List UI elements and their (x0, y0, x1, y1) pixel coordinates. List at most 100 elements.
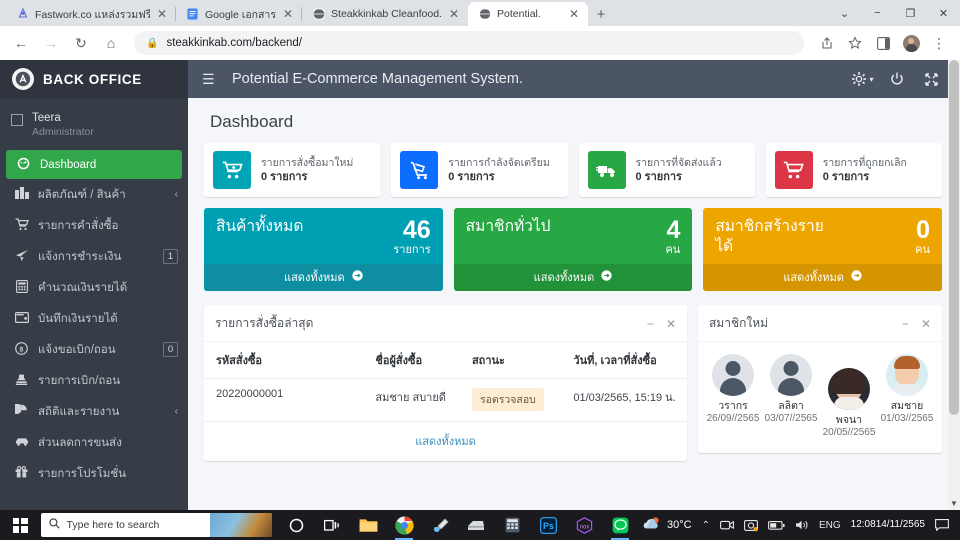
scroll-down-arrow-icon[interactable]: ▼ (948, 499, 960, 508)
card-label: รายการสั่งซื้อมาใหม่ (261, 156, 354, 169)
panel-minimize-icon[interactable]: − (647, 317, 654, 331)
sidebar-item-shipping-discount[interactable]: ส่วนลดการขนส่ง (0, 427, 188, 458)
stat-box-members[interactable]: สมาชิกทั่วไป 4 คน แสดงทั้งหมด (453, 208, 693, 291)
sidebar-item-withdraw-request[interactable]: ฿ แจ้งขอเบิก/ถอน 0 (0, 334, 188, 365)
shipping-truck-icon (587, 151, 626, 189)
cell-datetime: 01/03/2565, 15:19 น. (561, 378, 687, 422)
sidebar-item-label: Dashboard (40, 158, 97, 171)
sidebar-item-payment-notify[interactable]: แจ้งการชำระเงิน 1 (0, 241, 188, 272)
clock-time: 12:08 (850, 519, 876, 530)
stat-footer-link[interactable]: แสดงทั้งหมด (703, 264, 943, 291)
member-name: พจนา (835, 414, 863, 426)
address-bar[interactable]: 🔒 steakkinkab.com/backend/ (134, 31, 804, 55)
sidebar-item-withdraw-list[interactable]: รายการเบิก/ถอน (0, 365, 188, 396)
screenshot-icon[interactable] (739, 519, 763, 532)
search-placeholder: Type here to search (66, 519, 160, 531)
column-status: สถานะ (459, 342, 562, 379)
window-minimize-button[interactable]: − (861, 0, 894, 26)
home-button[interactable]: ⌂ (98, 30, 124, 56)
stamp-icon (14, 373, 29, 389)
panel-close-icon[interactable]: ✕ (921, 317, 931, 331)
task-view-icon[interactable] (314, 510, 350, 540)
taskbar-clock[interactable]: 12:08 14/11/2565 (846, 519, 930, 531)
summary-card-preparing[interactable]: รายการกำลังจัดเตรียม 0 รายการ (391, 143, 568, 197)
back-button[interactable]: ← (8, 30, 34, 56)
avatar (11, 114, 23, 126)
scanner-icon[interactable] (458, 510, 494, 540)
weather-widget[interactable]: 30°C (638, 516, 697, 534)
summary-card-cancelled[interactable]: รายการที่ถูกยกเลิก 0 รายการ (765, 143, 942, 197)
tab-search-icon[interactable]: ⌄ (828, 0, 861, 26)
photoshop-icon[interactable]: Ps (530, 510, 566, 540)
tab-close-icon[interactable]: ✕ (156, 8, 168, 20)
cart-cancel-icon (774, 151, 813, 189)
list-item[interactable]: พจนา 20/05//2565 (820, 354, 878, 439)
forward-button[interactable]: → (38, 30, 64, 56)
hamburger-icon[interactable]: ☰ (202, 71, 224, 88)
cortana-icon[interactable] (278, 510, 314, 540)
line-icon[interactable] (602, 510, 638, 540)
panel-close-icon[interactable]: ✕ (666, 317, 676, 331)
orders-show-all-link[interactable]: แสดงทั้งหมด (204, 422, 687, 461)
chrome-icon[interactable] (386, 510, 422, 540)
share-icon[interactable] (814, 30, 840, 56)
star-icon[interactable] (842, 30, 868, 56)
stat-box-earning-members[interactable]: สมาชิกสร้างรายได้ 0 คน แสดงทั้งหมด (703, 208, 943, 291)
window-maximize-button[interactable]: ❐ (894, 0, 927, 26)
brand-logo-icon (12, 68, 34, 90)
toolbar-right: ⋮ (814, 30, 952, 56)
sidebar-user[interactable]: Teera Administrator (0, 98, 188, 150)
sidebar-item-income-record[interactable]: บันทึกเงินรายได้ (0, 303, 188, 334)
reload-button[interactable]: ↻ (68, 30, 94, 56)
list-item[interactable]: สมชาย 01/03//2565 (878, 354, 936, 439)
stat-box-products[interactable]: สินค้าทั้งหมด 46 รายการ แสดงทั้งหมด (204, 208, 443, 291)
page-scrollbar[interactable]: ▼ (948, 60, 960, 510)
window-close-button[interactable]: ✕ (927, 0, 960, 26)
table-row[interactable]: 20220000001 สมชาย สบายดี รอตรวจสอบ 01/03… (204, 378, 687, 422)
language-indicator[interactable]: ENG (814, 520, 846, 531)
browser-tab-3[interactable]: Steakkinkab Cleanfood. ✕ (301, 2, 468, 26)
browser-tab-2[interactable]: Google เอกสาร ✕ (174, 2, 302, 26)
side-panel-icon[interactable] (870, 30, 896, 56)
sidebar-item-orders[interactable]: รายการคำสั่งซื้อ (0, 210, 188, 241)
tab-close-icon[interactable]: ✕ (282, 8, 294, 20)
stat-footer-link[interactable]: แสดงทั้งหมด (204, 264, 443, 291)
fullscreen-icon[interactable] (914, 60, 948, 98)
browser-tab-1[interactable]: Fastwork.co แหล่งรวมฟรีแลนซ์คุณภ ✕ (6, 2, 176, 26)
summary-card-new-orders[interactable]: รายการสั่งซื้อมาใหม่ 0 รายการ (204, 143, 381, 197)
calculator-icon[interactable] (494, 510, 530, 540)
browser-tab-4[interactable]: Potential. ✕ (468, 2, 589, 26)
file-explorer-icon[interactable] (350, 510, 386, 540)
camera-icon[interactable] (715, 519, 739, 531)
summary-card-shipped[interactable]: รายการที่จัดส่งแล้ว 0 รายการ (578, 143, 755, 197)
sidebar-brand[interactable]: BACK OFFICE (0, 60, 188, 98)
search-input[interactable]: Type here to search (40, 513, 273, 537)
new-tab-button[interactable]: + (588, 2, 614, 26)
sidebar-item-dashboard[interactable]: Dashboard (6, 150, 182, 179)
chrome-menu-icon[interactable]: ⋮ (926, 30, 952, 56)
panel-minimize-icon[interactable]: − (902, 317, 909, 331)
profile-button[interactable] (898, 30, 924, 56)
sidebar-item-statistics[interactable]: สถิติและรายงาน ‹ (0, 396, 188, 427)
list-item[interactable]: ลลิตา 03/07//2565 (762, 354, 820, 439)
stat-footer-link[interactable]: แสดงทั้งหมด (453, 264, 693, 291)
sidebar-item-income-calc[interactable]: คำนวณเงินรายได้ (0, 272, 188, 303)
sidebar-item-products[interactable]: ผลิตภัณฑ์ / สินค้า ‹ (0, 179, 188, 210)
power-icon[interactable] (880, 60, 914, 98)
battery-icon[interactable] (763, 520, 790, 531)
gear-icon[interactable]: ▾ (846, 60, 880, 98)
sidebar-item-promotions[interactable]: รายการโปรโมชั่น (0, 458, 188, 489)
windows-start-icon[interactable] (0, 510, 41, 540)
tab-close-icon[interactable]: ✕ (568, 8, 580, 20)
column-datetime: วันที่, เวลาที่สั่งซื้อ (561, 342, 687, 379)
nox-icon[interactable]: nox (566, 510, 602, 540)
tab-close-icon[interactable]: ✕ (448, 8, 460, 20)
tray-expand-icon[interactable]: ⌃ (697, 520, 715, 531)
main-area: ☰ Potential E-Commerce Management System… (188, 60, 960, 510)
list-item[interactable]: วรากร 26/09//2565 (704, 354, 762, 439)
dashboard-content: Dashboard รายการสั่งซื้อมาใหม่ 0 รายการ (188, 98, 960, 510)
scrollbar-thumb[interactable] (949, 60, 959, 415)
notification-icon[interactable] (930, 519, 954, 531)
paint-icon[interactable] (422, 510, 458, 540)
volume-icon[interactable] (790, 519, 814, 531)
